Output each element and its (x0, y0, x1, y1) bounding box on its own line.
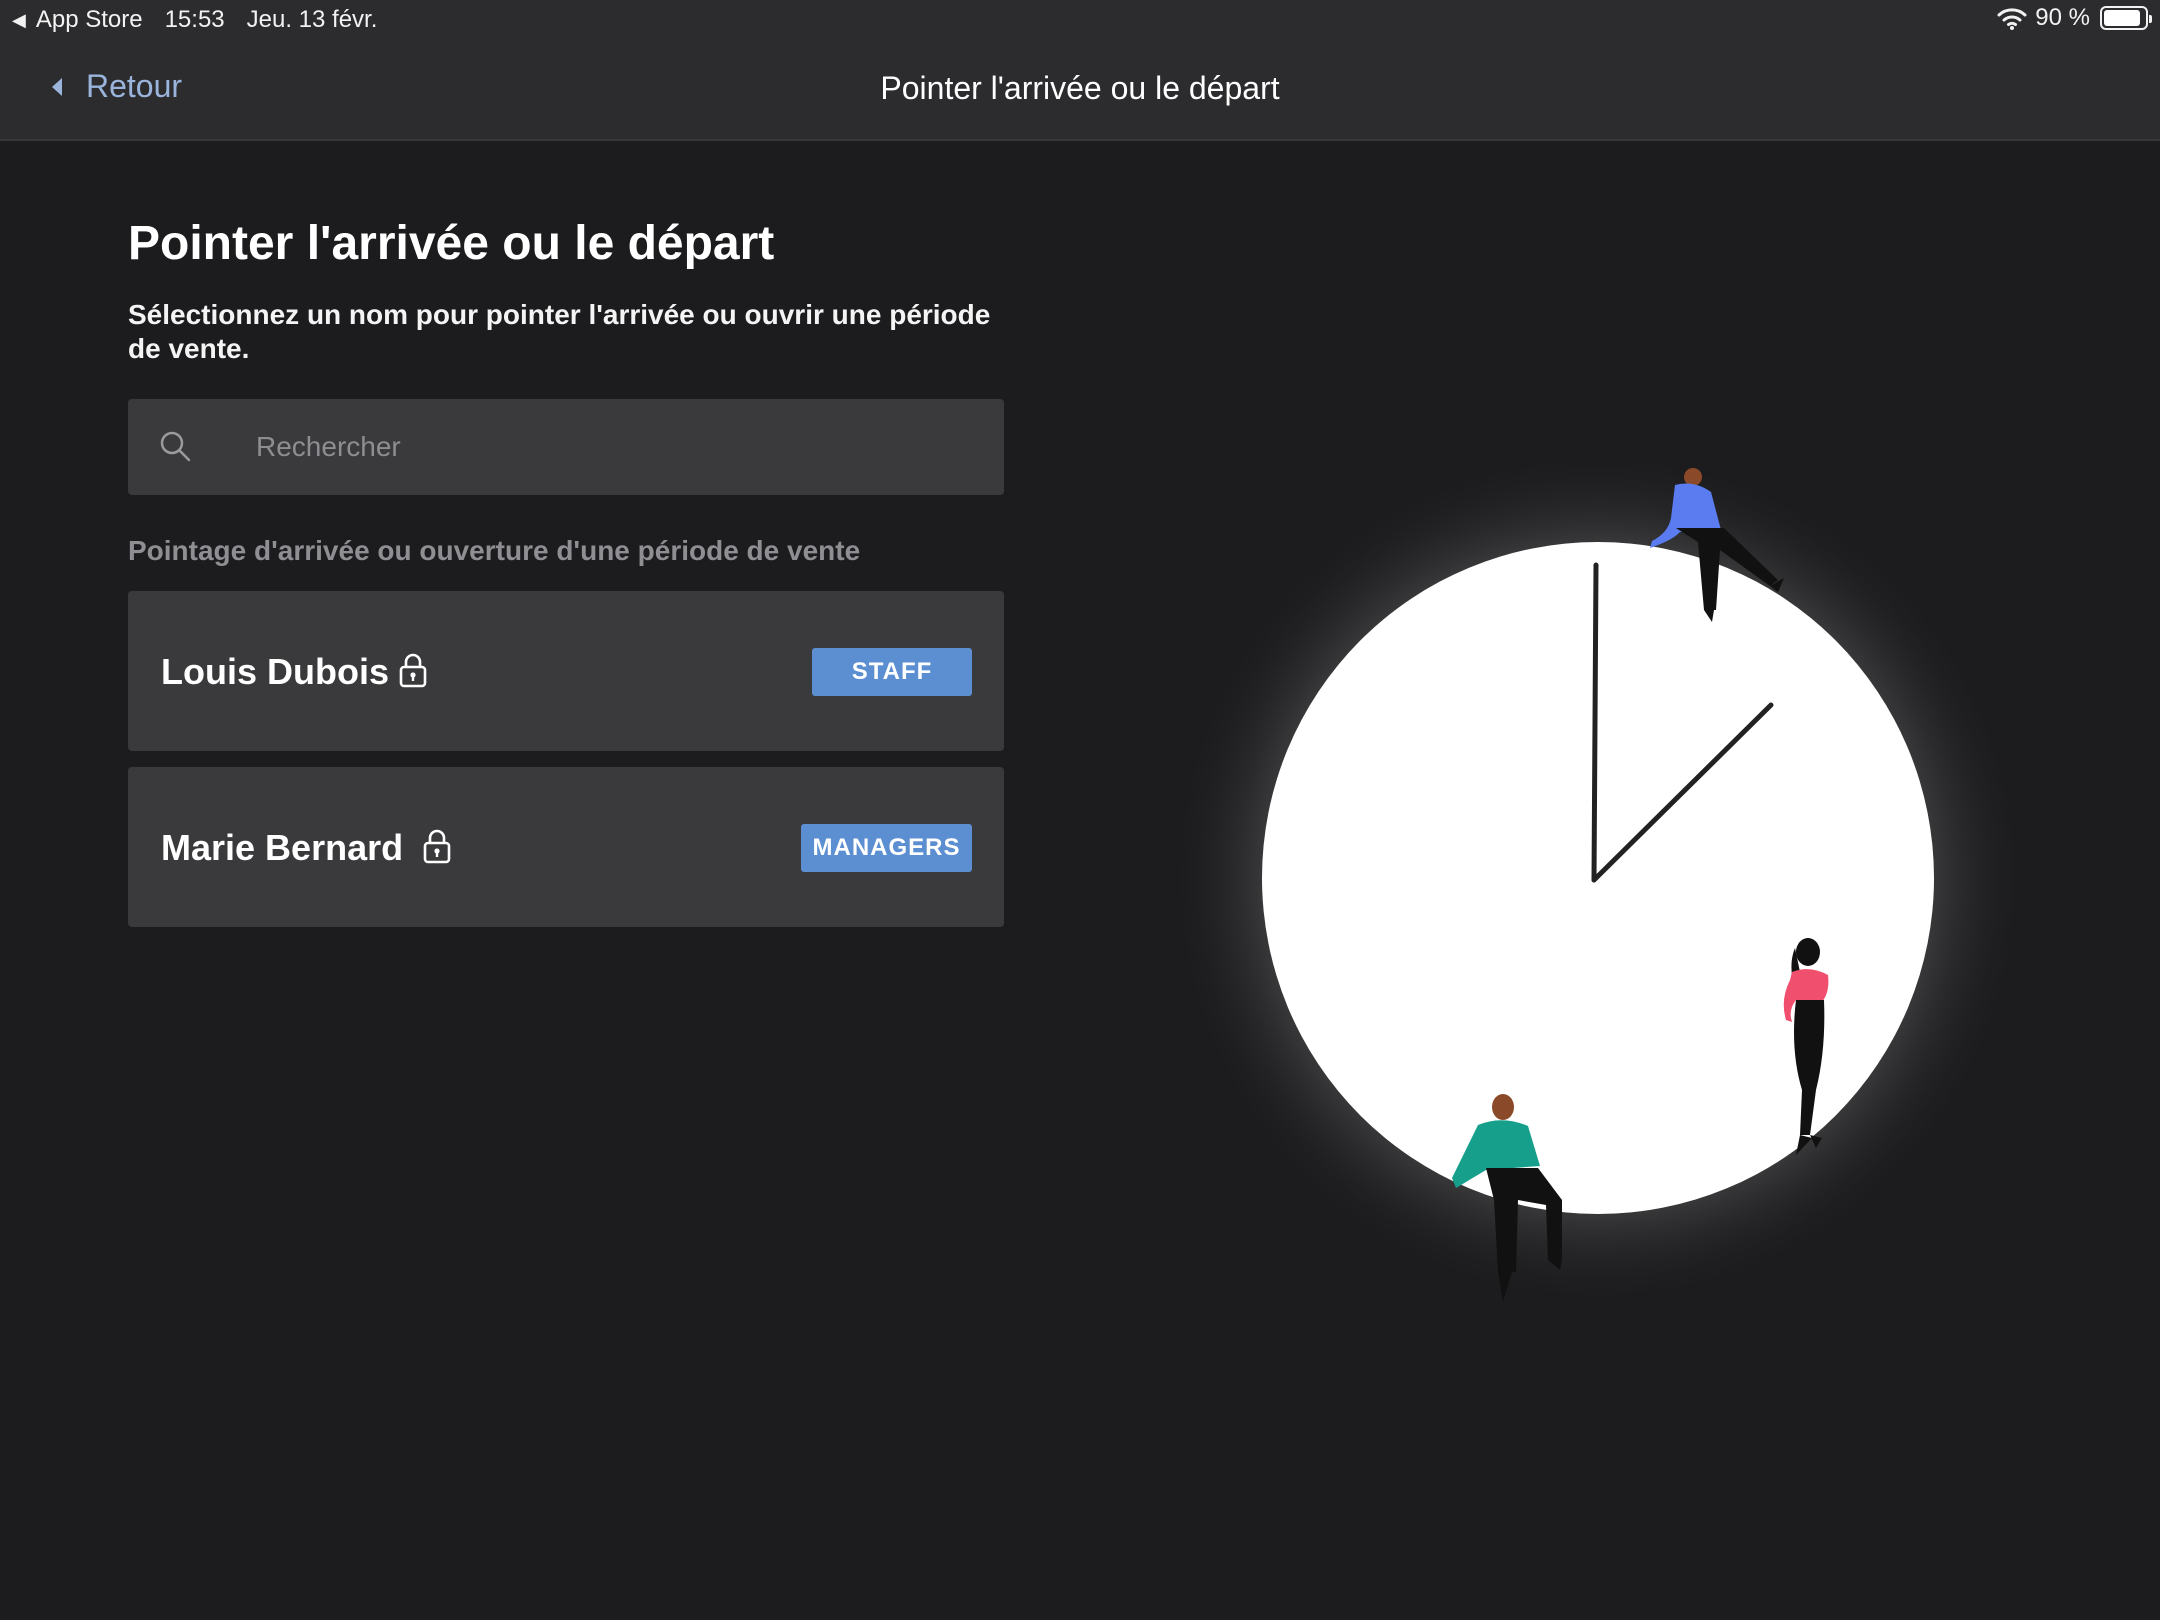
employee-name: Louis Dubois (161, 651, 389, 692)
page-subtitle: Sélectionnez un nom pour pointer l'arriv… (128, 299, 991, 364)
status-bar-right: 90 % (1997, 4, 2152, 32)
wifi-icon (1997, 8, 2027, 30)
employee-card[interactable]: Marie Bernard MANAGERS (128, 767, 1004, 927)
status-date: Jeu. 13 févr. (246, 6, 378, 33)
role-badge: STAFF (812, 648, 972, 696)
employee-card[interactable]: Louis Dubois STAFF (128, 591, 1004, 751)
search-input[interactable] (256, 399, 976, 495)
status-bar: ◀ App Store 15:53 Jeu. 13 févr. 90 % (0, 0, 2160, 40)
role-badge: MANAGERS (801, 824, 972, 872)
search-icon (160, 431, 191, 462)
battery-icon (2100, 6, 2152, 30)
nav-title: Pointer l'arrivée ou le départ (880, 70, 1280, 106)
back-arrow-icon[interactable]: ◀ (12, 10, 26, 31)
clock-illustration (1168, 448, 2028, 1308)
search-box[interactable] (128, 399, 1004, 495)
battery-percent: 90 % (2035, 4, 2090, 31)
back-app-label[interactable]: App Store (36, 6, 143, 34)
status-bar-left: ◀ App Store 15:53 Jeu. 13 févr. (12, 6, 377, 34)
battery-fill (2104, 10, 2140, 26)
page-title: Pointer l'arrivée ou le départ (128, 217, 775, 270)
nav-bar: Retour Pointer l'arrivée ou le départ (0, 40, 2160, 141)
screen: ◀ App Store 15:53 Jeu. 13 févr. 90 % Ret… (0, 0, 2160, 1620)
employee-name: Marie Bernard (161, 827, 404, 868)
status-time: 15:53 (164, 6, 225, 33)
clock-hour-hand (1591, 562, 1599, 883)
lock-icon (423, 829, 451, 864)
lock-icon (399, 653, 427, 688)
section-label: Pointage d'arrivée ou ouverture d'une pé… (128, 535, 861, 566)
